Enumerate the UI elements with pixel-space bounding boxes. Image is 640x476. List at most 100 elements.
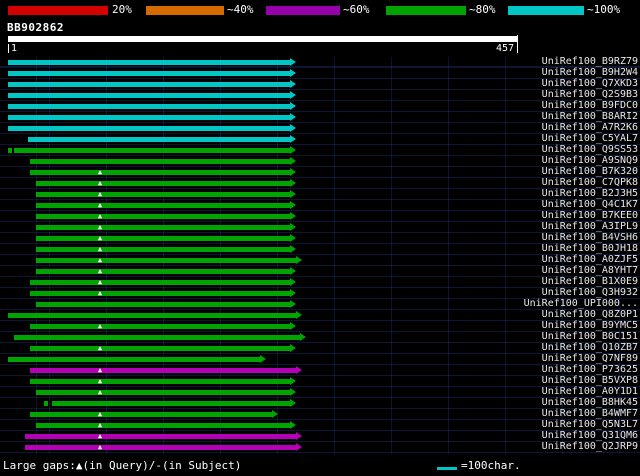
- hit-label[interactable]: UniRef100_Q31QM6: [542, 430, 638, 441]
- hit-bar[interactable]: [30, 412, 272, 417]
- hit-label[interactable]: UniRef100_Q2JRP9: [542, 441, 638, 452]
- scale-segment: [386, 6, 466, 15]
- hit-label[interactable]: UniRef100_B9FDC0: [542, 100, 638, 111]
- hit-bar[interactable]: [8, 93, 290, 98]
- large-gap-icon: ▲: [97, 179, 103, 187]
- hit-label[interactable]: UniRef100_B8HK45: [542, 397, 638, 408]
- hit-arrowhead-icon: [290, 157, 296, 165]
- hit-bar[interactable]: [8, 126, 290, 131]
- large-gap-icon: ▲: [97, 421, 103, 429]
- hit-bar[interactable]: [36, 258, 296, 263]
- hit-label[interactable]: UniRef100_B7K320: [542, 166, 638, 177]
- large-gap-icon: ▲: [97, 443, 103, 451]
- hit-bar[interactable]: [25, 434, 296, 439]
- scale-label: ~60%: [343, 3, 370, 16]
- hit-label[interactable]: UniRef100_C7QPK8: [542, 177, 638, 188]
- hit-label[interactable]: UniRef100_Q9SS53: [542, 144, 638, 155]
- hit-bar[interactable]: [36, 225, 290, 230]
- hit-bar[interactable]: [52, 401, 290, 406]
- hit-label[interactable]: UniRef100_A9SNQ9: [542, 155, 638, 166]
- hit-bar[interactable]: [8, 104, 290, 109]
- hit-label[interactable]: UniRef100_A0ZJF5: [542, 254, 638, 265]
- hit-bar[interactable]: [36, 203, 290, 208]
- hit-bar[interactable]: [8, 357, 260, 362]
- hit-bar[interactable]: [30, 346, 290, 351]
- hit-label[interactable]: UniRef100_B0C151: [542, 331, 638, 342]
- hit-bar[interactable]: [30, 280, 290, 285]
- legend-scale-line: [437, 467, 457, 470]
- hit-bar[interactable]: [36, 269, 290, 274]
- hit-label[interactable]: UniRef100_B9RZ79: [542, 56, 638, 67]
- query-end-label: 457: [495, 43, 514, 54]
- hit-label[interactable]: UniRef100_A3IPL9: [542, 221, 638, 232]
- hit-bar[interactable]: [36, 214, 290, 219]
- hit-bar[interactable]: [36, 423, 290, 428]
- hit-bar[interactable]: [36, 390, 290, 395]
- blast-graphical-overview: 20% ~40% ~60% ~80% ~100% BB902862 1 457 UniR…: [0, 0, 640, 476]
- hit-bar[interactable]: [8, 71, 290, 76]
- hit-arrowhead-icon: [290, 388, 296, 396]
- hit-label[interactable]: UniRef100_Q10ZB7: [542, 342, 638, 353]
- hit-arrowhead-icon: [290, 69, 296, 77]
- query-start-tick: [8, 44, 9, 53]
- scale-segment: [8, 6, 108, 15]
- hit-bar[interactable]: [36, 302, 290, 307]
- hit-label[interactable]: UniRef100_Q5N3L7: [542, 419, 638, 430]
- hit-label[interactable]: UniRef100_C5YAL7: [542, 133, 638, 144]
- hit-bar[interactable]: [36, 192, 290, 197]
- hit-label[interactable]: UniRef100_A7R2K6: [542, 122, 638, 133]
- hit-bar[interactable]: [14, 335, 300, 340]
- hit-arrowhead-icon: [296, 443, 302, 451]
- hit-label[interactable]: UniRef100_UPI000...: [524, 298, 638, 309]
- hit-label[interactable]: UniRef100_A8YHT7: [542, 265, 638, 276]
- hit-label[interactable]: UniRef100_B0JH18: [542, 243, 638, 254]
- hit-arrowhead-icon: [290, 80, 296, 88]
- hit-bar[interactable]: [36, 247, 290, 252]
- hit-arrowhead-icon: [300, 333, 306, 341]
- hit-bar[interactable]: [30, 159, 290, 164]
- hit-label[interactable]: UniRef100_B4VSH6: [542, 232, 638, 243]
- hit-bar[interactable]: [30, 291, 290, 296]
- hit-bar[interactable]: [36, 236, 290, 241]
- query-end-tick: [517, 35, 518, 53]
- hit-label[interactable]: UniRef100_B8ARI2: [542, 111, 638, 122]
- hit-label[interactable]: UniRef100_A0Y1D1: [542, 386, 638, 397]
- hit-bar[interactable]: [30, 368, 296, 373]
- hit-label[interactable]: UniRef100_Q4C1K7: [542, 199, 638, 210]
- hit-bar[interactable]: [8, 115, 290, 120]
- hit-label[interactable]: UniRef100_Q7NF89: [542, 353, 638, 364]
- hit-bar[interactable]: [14, 148, 290, 153]
- hit-label[interactable]: UniRef100_B9H2W4: [542, 67, 638, 78]
- hit-bar[interactable]: [25, 445, 296, 450]
- hit-bar[interactable]: [30, 379, 290, 384]
- hit-bar[interactable]: [28, 137, 290, 142]
- hit-bar[interactable]: [36, 181, 290, 186]
- hit-bar[interactable]: [30, 170, 290, 175]
- hit-arrowhead-icon: [296, 256, 302, 264]
- hit-label[interactable]: UniRef100_Q8Z0P1: [542, 309, 638, 320]
- hit-label[interactable]: UniRef100_P73625: [542, 364, 638, 375]
- hit-arrowhead-icon: [290, 278, 296, 286]
- hit-bar-fragment: [8, 148, 12, 153]
- hit-label[interactable]: UniRef100_B1X0E9: [542, 276, 638, 287]
- large-gap-icon: ▲: [97, 432, 103, 440]
- hit-bar[interactable]: [30, 324, 290, 329]
- hit-label[interactable]: UniRef100_Q7XKD3: [542, 78, 638, 89]
- hit-label[interactable]: UniRef100_B4WMF7: [542, 408, 638, 419]
- hit-bar[interactable]: [8, 60, 290, 65]
- hit-arrowhead-icon: [290, 113, 296, 121]
- large-gap-icon: ▲: [97, 410, 103, 418]
- large-gap-icon: ▲: [97, 168, 103, 176]
- hit-bar[interactable]: [8, 82, 290, 87]
- scale-label: ~100%: [587, 3, 621, 16]
- hit-label[interactable]: UniRef100_B7KEE0: [542, 210, 638, 221]
- hit-bar[interactable]: [8, 313, 296, 318]
- hit-label[interactable]: UniRef100_Q2S9B3: [542, 89, 638, 100]
- hit-label[interactable]: UniRef100_Q3H932: [542, 287, 638, 298]
- hit-arrowhead-icon: [290, 102, 296, 110]
- hit-label[interactable]: UniRef100_B2J3H5: [542, 188, 638, 199]
- hit-label[interactable]: UniRef100_B9YMC5: [542, 320, 638, 331]
- hit-label[interactable]: UniRef100_B5VXP8: [542, 375, 638, 386]
- scale-label: 20%: [112, 3, 132, 16]
- query-start-label: 1: [11, 43, 18, 54]
